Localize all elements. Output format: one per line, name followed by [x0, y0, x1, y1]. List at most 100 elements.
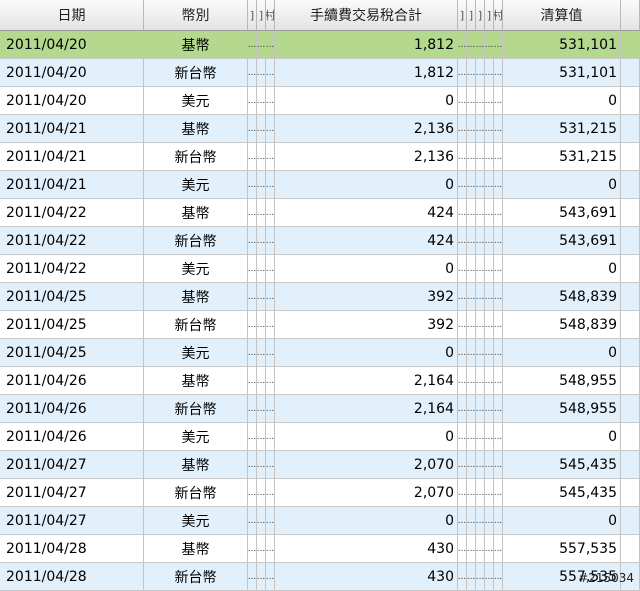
table-row[interactable]: 2011/04/26 新台幣......... 2,164.............…: [0, 395, 640, 423]
cell-truncated: ...: [467, 143, 476, 170]
cell-settlement: 531,101: [503, 31, 621, 58]
cell-truncated: ...: [494, 535, 503, 562]
cell-truncated: ...: [467, 367, 476, 394]
cell-edge: [621, 227, 640, 254]
cell-edge: [621, 31, 640, 58]
cell-truncated: ...: [467, 479, 476, 506]
cell-settlement: 0: [503, 171, 621, 198]
cell-edge: [621, 535, 640, 562]
cell-truncated: ...: [266, 115, 275, 142]
cell-currency: 基幣: [144, 283, 248, 310]
table-row[interactable]: 2011/04/27 新台幣......... 2,070.............…: [0, 479, 640, 507]
cell-truncated: ...: [248, 535, 257, 562]
cell-truncated: ...: [476, 227, 485, 254]
column-header-currency[interactable]: 幣別: [144, 0, 248, 30]
cell-truncated: ...: [266, 255, 275, 282]
cell-currency: 新台幣: [144, 311, 248, 338]
cell-date: 2011/04/20: [0, 87, 144, 114]
cell-truncated: ...: [476, 311, 485, 338]
column-header-truncated[interactable]: ]: [248, 0, 257, 30]
table-row[interactable]: 2011/04/20 美元......... 0............... 0: [0, 87, 640, 115]
cell-truncated: ...: [257, 171, 266, 198]
cell-truncated: ...: [266, 535, 275, 562]
table-row[interactable]: 2011/04/25 新台幣......... 392...............…: [0, 311, 640, 339]
cell-settlement: 0: [503, 507, 621, 534]
table-row[interactable]: 2011/04/25 美元......... 0............... 0: [0, 339, 640, 367]
cell-settlement: 545,435: [503, 451, 621, 478]
cell-truncated: ...: [467, 311, 476, 338]
column-header-truncated[interactable]: ]: [485, 0, 494, 30]
cell-date: 2011/04/25: [0, 311, 144, 338]
cell-fee-total: 430: [275, 563, 458, 590]
column-header-fee-total[interactable]: 手續費交易稅合計: [275, 0, 458, 30]
settlement-grid: 日期 幣別 ] ] 村 手續費交易稅合計 ] ] ] ] 村 清算值 2011/…: [0, 0, 640, 591]
column-header-truncated[interactable]: 村: [266, 0, 275, 30]
cell-truncated: ...: [467, 535, 476, 562]
cell-settlement: 557,535: [503, 535, 621, 562]
cell-truncated: ...: [476, 59, 485, 86]
cell-fee-total: 0: [275, 255, 458, 282]
table-row[interactable]: 2011/04/26 基幣......... 2,164..............…: [0, 367, 640, 395]
cell-truncated: ...: [467, 199, 476, 226]
column-header-date[interactable]: 日期: [0, 0, 144, 30]
cell-truncated: ...: [467, 423, 476, 450]
table-row[interactable]: 2011/04/25 基幣......... 392............... 5…: [0, 283, 640, 311]
table-row[interactable]: 2011/04/26 美元......... 0............... 0: [0, 423, 640, 451]
cell-fee-total: 1,812: [275, 59, 458, 86]
cell-truncated: ...: [494, 171, 503, 198]
cell-truncated: ...: [467, 395, 476, 422]
column-header-settlement[interactable]: 清算值: [503, 0, 621, 30]
cell-truncated: ...: [476, 171, 485, 198]
cell-truncated: ...: [485, 115, 494, 142]
table-row[interactable]: 2011/04/28 基幣......... 430............... 5…: [0, 535, 640, 563]
column-header-truncated[interactable]: ]: [467, 0, 476, 30]
table-row[interactable]: 2011/04/22 新台幣......... 424...............…: [0, 227, 640, 255]
cell-truncated: ...: [485, 255, 494, 282]
cell-truncated: ...: [476, 479, 485, 506]
cell-settlement: 531,215: [503, 143, 621, 170]
cell-truncated: ...: [494, 479, 503, 506]
cell-truncated: ...: [257, 367, 266, 394]
cell-truncated: ...: [248, 367, 257, 394]
cell-fee-total: 1,812: [275, 31, 458, 58]
table-row[interactable]: 2011/04/21 新台幣......... 2,136.............…: [0, 143, 640, 171]
cell-currency: 基幣: [144, 199, 248, 226]
cell-fee-total: 424: [275, 199, 458, 226]
cell-truncated: ...: [494, 227, 503, 254]
column-header-truncated[interactable]: ]: [458, 0, 467, 30]
cell-date: 2011/04/25: [0, 339, 144, 366]
cell-truncated: ...: [494, 31, 503, 58]
cell-truncated: ...: [476, 115, 485, 142]
table-row[interactable]: 2011/04/21 美元......... 0............... 0: [0, 171, 640, 199]
column-header-edge: [621, 0, 640, 30]
cell-date: 2011/04/22: [0, 255, 144, 282]
cell-truncated: ...: [458, 31, 467, 58]
cell-truncated: ...: [248, 563, 257, 590]
cell-truncated: ...: [467, 563, 476, 590]
table-row[interactable]: 2011/04/27 基幣......... 2,070..............…: [0, 451, 640, 479]
table-row[interactable]: 2011/04/27 美元......... 0............... 0: [0, 507, 640, 535]
cell-truncated: ...: [257, 535, 266, 562]
cell-truncated: ...: [266, 143, 275, 170]
cell-truncated: ...: [257, 143, 266, 170]
cell-fee-total: 0: [275, 339, 458, 366]
cell-truncated: ...: [248, 423, 257, 450]
table-row[interactable]: 2011/04/22 美元......... 0............... 0: [0, 255, 640, 283]
cell-date: 2011/04/27: [0, 507, 144, 534]
table-row[interactable]: 2011/04/21 基幣......... 2,136..............…: [0, 115, 640, 143]
cell-edge: [621, 199, 640, 226]
table-row[interactable]: 2011/04/28 新台幣......... 430...............…: [0, 563, 640, 591]
cell-truncated: ...: [257, 451, 266, 478]
table-row[interactable]: 2011/04/20 新台幣......... 1,812.............…: [0, 59, 640, 87]
column-header-truncated[interactable]: ]: [476, 0, 485, 30]
cell-truncated: ...: [458, 535, 467, 562]
cell-truncated: ...: [248, 339, 257, 366]
table-row[interactable]: 2011/04/20 基幣......... 1,812..............…: [0, 31, 640, 59]
cell-truncated: ...: [248, 87, 257, 114]
column-header-truncated[interactable]: ]: [257, 0, 266, 30]
column-header-truncated[interactable]: 村: [494, 0, 503, 30]
cell-truncated: ...: [458, 339, 467, 366]
table-row[interactable]: 2011/04/22 基幣......... 424............... 5…: [0, 199, 640, 227]
cell-truncated: ...: [494, 199, 503, 226]
cell-date: 2011/04/28: [0, 563, 144, 590]
